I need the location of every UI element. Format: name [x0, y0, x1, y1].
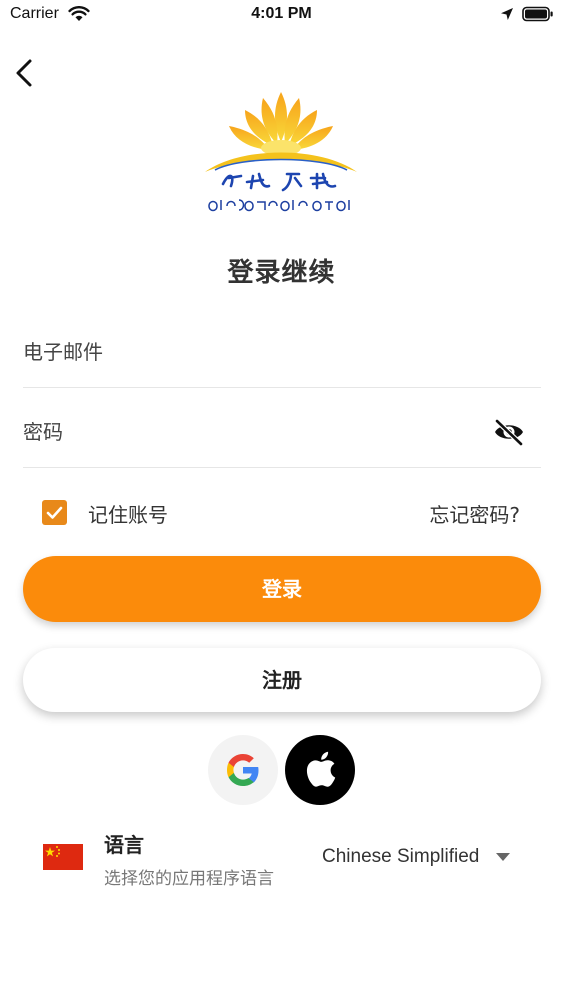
password-field[interactable]	[23, 412, 483, 452]
caret-down-icon	[496, 853, 510, 861]
battery-icon	[522, 6, 553, 22]
language-selected-value: Chinese Simplified	[322, 846, 480, 867]
location-arrow-icon	[501, 8, 513, 20]
status-time: 4:01 PM	[251, 5, 312, 22]
eye-slash-icon[interactable]	[493, 418, 525, 446]
status-bar: Carrier 4:01 PM	[0, 0, 563, 30]
forgot-password-link[interactable]: 忘记密码?	[360, 499, 520, 528]
language-title: 语言	[104, 833, 144, 857]
register-button[interactable]: 注册	[23, 648, 541, 712]
apple-login-button[interactable]	[285, 735, 355, 805]
china-flag-icon	[43, 844, 83, 870]
checkmark-icon	[46, 506, 63, 519]
email-field[interactable]	[23, 332, 483, 372]
brand-logo	[205, 92, 357, 212]
google-login-button[interactable]	[208, 735, 278, 805]
language-subtitle: 选择您的应用程序语言	[104, 869, 274, 889]
email-field-container	[23, 318, 541, 388]
apple-icon	[306, 751, 336, 787]
remember-label[interactable]: 记住账号	[88, 499, 168, 528]
google-icon	[227, 754, 259, 786]
login-button[interactable]: 登录	[23, 556, 541, 622]
back-chevron-icon[interactable]	[12, 58, 38, 88]
remember-checkbox[interactable]	[42, 500, 67, 525]
language-dropdown[interactable]: Chinese Simplified	[322, 844, 522, 872]
password-field-container	[23, 398, 541, 468]
page-title: 登录继续	[227, 258, 336, 288]
